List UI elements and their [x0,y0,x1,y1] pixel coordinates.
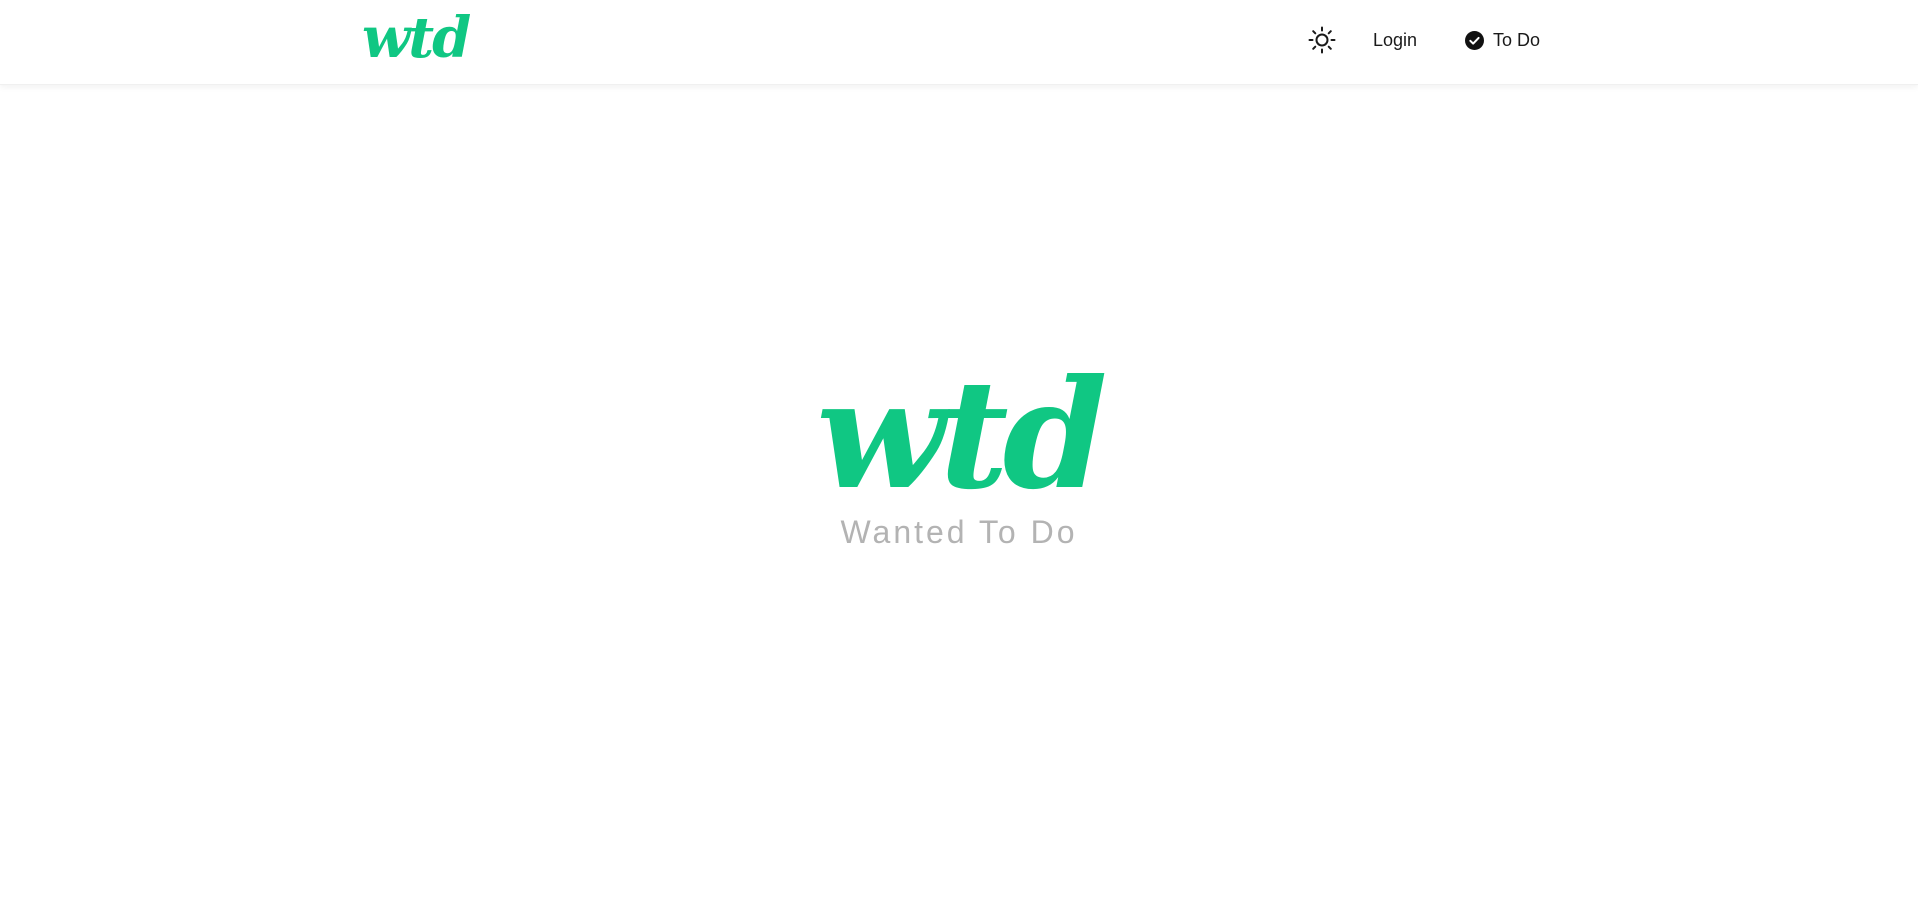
todo-link[interactable]: To Do [1465,30,1540,51]
login-link[interactable]: Login [1373,30,1417,51]
brand-logo[interactable]: wtd [362,10,471,66]
nav-menu: Login To Do [1300,0,1540,80]
theme-toggle-button[interactable] [1307,25,1337,55]
todo-label: To Do [1493,29,1541,50]
check-circle-icon [1465,30,1485,50]
hero-logo: wtd [816,347,1107,523]
hero-tagline: Wanted To Do [840,514,1078,550]
top-navbar: wtd Login To Do [0,0,1918,85]
sun-icon [1308,26,1336,54]
hero-section: wtd Wanted To Do [0,360,1918,551]
